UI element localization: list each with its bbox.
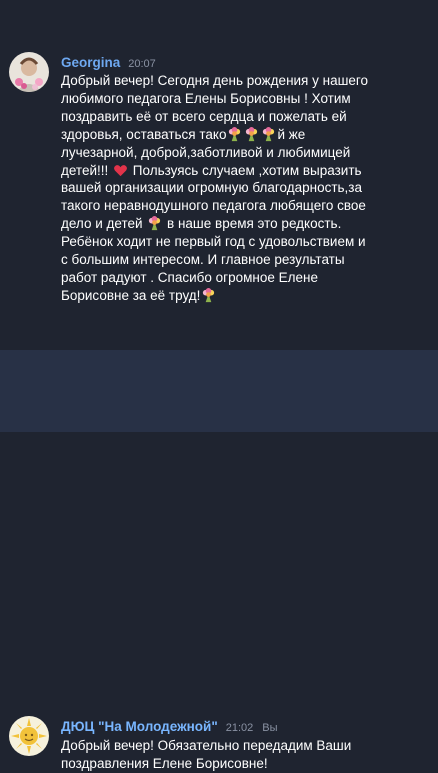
- message-line: вашей организации огромную благодарность…: [61, 180, 363, 196]
- bouquet-icon: [147, 216, 162, 231]
- message-line: Борисовне за её труд!: [61, 287, 433, 305]
- you-label: Вы: [262, 722, 278, 734]
- sender-name[interactable]: Georgina: [61, 55, 120, 70]
- sun-logo-icon[interactable]: [9, 716, 49, 756]
- message-line-part: детей!!!: [61, 162, 113, 178]
- red-heart-icon: [113, 163, 128, 178]
- message-line: поздравить её от всего сердца и пожелать…: [61, 108, 347, 124]
- bouquet-icon: [244, 126, 259, 142]
- message-line-part: здоровья, оставаться тако: [61, 126, 227, 142]
- message-header: Georgina 20:07: [61, 55, 156, 70]
- message-header: ДЮЦ "На Молодежной" 21:02 Вы: [61, 719, 278, 734]
- message-line: Добрый вечер! Сегодня день рождения у на…: [61, 73, 369, 88]
- message-text: Добрый вечер! Сегодня день рождения у на…: [61, 72, 433, 305]
- message-line: Ребёнок ходит не первый год с удовольств…: [61, 234, 366, 250]
- message-line: работ радуют . Спасибо огромное Елене: [61, 269, 318, 285]
- message-line: дело и детей в наше время это редкость.: [61, 215, 433, 233]
- message-line: лучезарной, доброй,заботливой и любимице…: [61, 144, 351, 160]
- bouquet-icon: [227, 126, 242, 142]
- bouquet-icon: [201, 287, 216, 303]
- message-dyuts[interactable]: ДЮЦ "На Молодежной" 21:02 Вы Добрый вече…: [0, 350, 438, 771]
- message-line-part: й же: [277, 126, 306, 142]
- message-line: поздравления Елене Борисовне!: [61, 755, 268, 771]
- message-line: здоровья, оставаться тако й же: [61, 126, 433, 144]
- message-line-part: дело и детей: [61, 216, 147, 232]
- message-line: детей!!! Пользуясь случаем ,хотим вырази…: [61, 162, 433, 180]
- message-text: Добрый вечер! Обязательно передадим Ваши…: [61, 737, 433, 773]
- timestamp: 20:07: [128, 58, 156, 70]
- message-line-part: Борисовне за её труд!: [61, 287, 201, 303]
- avatar-with-flowers-icon[interactable]: [9, 52, 49, 92]
- message-line: Добрый вечер! Обязательно передадим Ваши: [61, 738, 352, 753]
- sender-name[interactable]: ДЮЦ "На Молодежной": [61, 719, 218, 734]
- message-line-part: Пользуясь случаем ,хотим выразить: [129, 162, 362, 178]
- message-line: с большим интересом. И главное результат…: [61, 252, 345, 268]
- message-georgina[interactable]: Georgina 20:07 Добрый вечер! Сегодня ден…: [0, 0, 438, 350]
- message-line: любимого педагога Елены Борисовны ! Хоти…: [61, 90, 351, 106]
- message-line: такого неравнодушного педагога любящего …: [61, 198, 366, 214]
- bouquet-icon: [261, 126, 276, 142]
- timestamp: 21:02: [225, 722, 254, 734]
- chat-history: Georgina 20:07 Добрый вечер! Сегодня ден…: [0, 0, 438, 771]
- message-line-part: в наше время это редкость.: [163, 216, 342, 232]
